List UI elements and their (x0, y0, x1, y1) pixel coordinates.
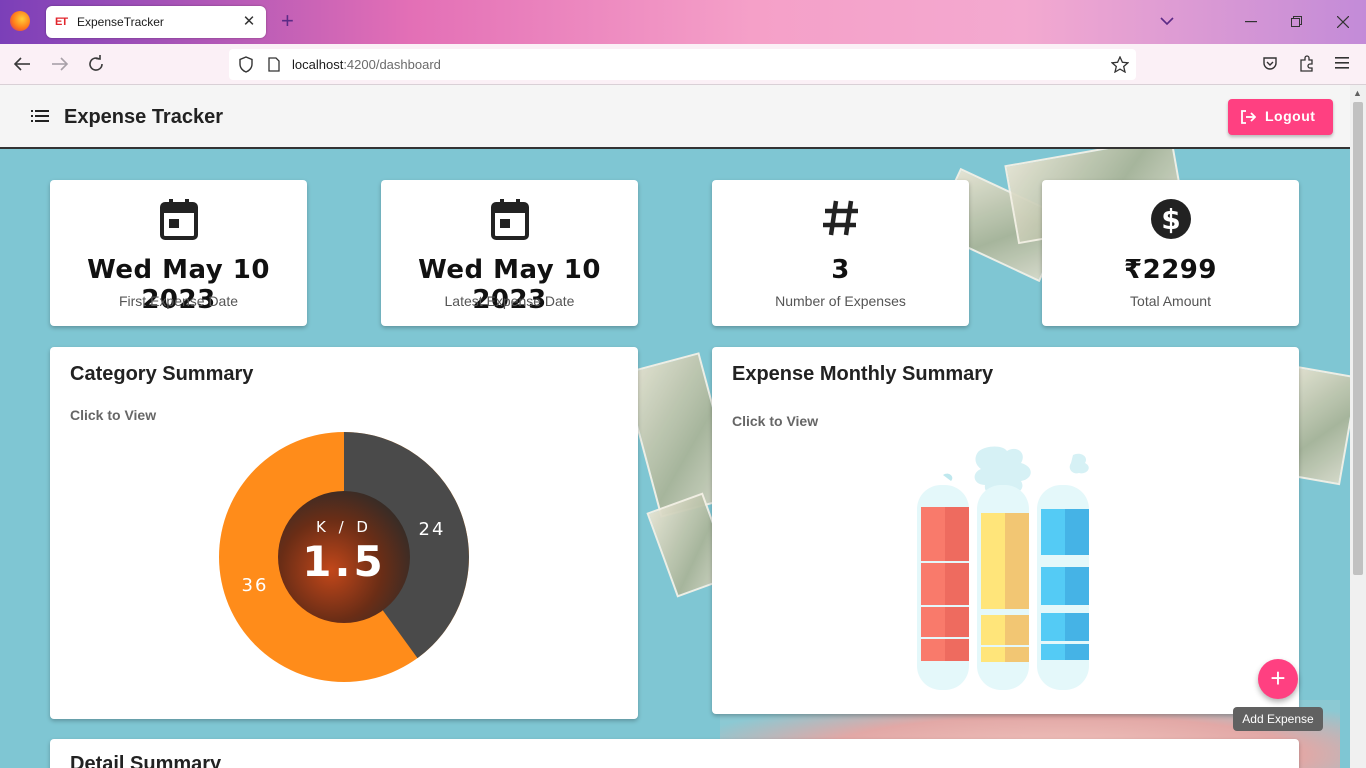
logout-icon (1241, 110, 1256, 124)
stat-label: Total Amount (1130, 293, 1211, 309)
close-tab-icon[interactable]: ✕ (240, 12, 258, 30)
donut-illustration: K / D 1.5 24 36 (219, 432, 469, 682)
click-to-view-label[interactable]: Click to View (732, 413, 818, 429)
shield-icon[interactable] (238, 56, 254, 73)
donut-center-label: K / D (316, 518, 372, 536)
add-expense-tooltip: Add Expense (1233, 707, 1323, 731)
url-bar[interactable]: localhost:4200/dashboard (229, 49, 1136, 80)
page-scrollbar[interactable]: ▲ (1350, 85, 1366, 768)
add-expense-button[interactable]: + (1258, 659, 1298, 699)
dollar-icon: $ (1150, 199, 1191, 239)
browser-tab[interactable]: ET ExpenseTracker ✕ (46, 6, 266, 38)
logout-button[interactable]: Logout (1228, 99, 1333, 135)
page-icon (268, 57, 280, 72)
category-summary-card[interactable]: Category Summary Click to View K / D 1.5… (50, 347, 638, 719)
menu-icon[interactable] (31, 110, 49, 123)
restore-icon[interactable] (1291, 16, 1303, 28)
stat-label: Latest Expense Date (444, 293, 575, 309)
stat-value: ₹2299 (1124, 255, 1217, 285)
close-window-icon[interactable] (1337, 16, 1349, 28)
firefox-logo-icon (10, 11, 30, 31)
detail-summary-card[interactable]: Detail Summary (50, 739, 1299, 768)
bookmark-star-icon[interactable] (1111, 56, 1129, 73)
url-text[interactable]: localhost:4200/dashboard (292, 57, 441, 72)
donut-segment-label: 36 (242, 575, 269, 596)
forward-icon[interactable] (51, 56, 75, 72)
scroll-up-icon[interactable]: ▲ (1353, 88, 1362, 98)
minimize-icon[interactable] (1245, 21, 1257, 23)
donut-center-value: 1.5 (302, 537, 385, 586)
calendar-icon (490, 199, 529, 240)
app-toolbar: Expense Tracker Logout (0, 85, 1350, 149)
new-tab-button[interactable]: + (281, 9, 294, 33)
stat-card-total-amount: $ ₹2299 Total Amount (1042, 180, 1299, 326)
extensions-icon[interactable] (1298, 55, 1315, 72)
click-to-view-label[interactable]: Click to View (70, 407, 156, 423)
browser-tab-bar: ET ExpenseTracker ✕ + (0, 0, 1366, 44)
card-title: Category Summary (70, 363, 254, 385)
stat-card-number-of-expenses: 3 Number of Expenses (712, 180, 969, 326)
stat-value: 3 (831, 255, 850, 285)
logout-label: Logout (1265, 108, 1316, 124)
back-icon[interactable] (13, 56, 37, 72)
pocket-icon[interactable] (1262, 56, 1278, 72)
browser-nav-bar: localhost:4200/dashboard (0, 44, 1366, 85)
app-title: Expense Tracker (64, 106, 223, 128)
stat-label: First Expense Date (118, 293, 239, 309)
hash-icon (822, 200, 858, 236)
stat-card-latest-expense-date: Wed May 10 2023 Latest Expense Date (381, 180, 638, 326)
reload-icon[interactable] (87, 55, 111, 73)
monthly-summary-card[interactable]: Expense Monthly Summary Click to View (712, 347, 1299, 714)
tab-favicon-icon: ET (55, 16, 68, 28)
card-title: Expense Monthly Summary (732, 363, 994, 385)
tab-list-chevron-icon[interactable] (1160, 16, 1174, 26)
bars-illustration (917, 445, 1097, 693)
stat-label: Number of Expenses (775, 293, 906, 309)
app-menu-icon[interactable] (1335, 57, 1349, 69)
donut-segment-label: 24 (419, 519, 446, 540)
tab-title: ExpenseTracker (77, 15, 164, 29)
card-title: Detail Summary (70, 753, 222, 768)
scrollbar-thumb[interactable] (1353, 102, 1363, 575)
stat-card-first-expense-date: Wed May 10 2023 First Expense Date (50, 180, 307, 326)
svg-text:$: $ (1161, 203, 1180, 236)
calendar-icon (159, 199, 198, 240)
